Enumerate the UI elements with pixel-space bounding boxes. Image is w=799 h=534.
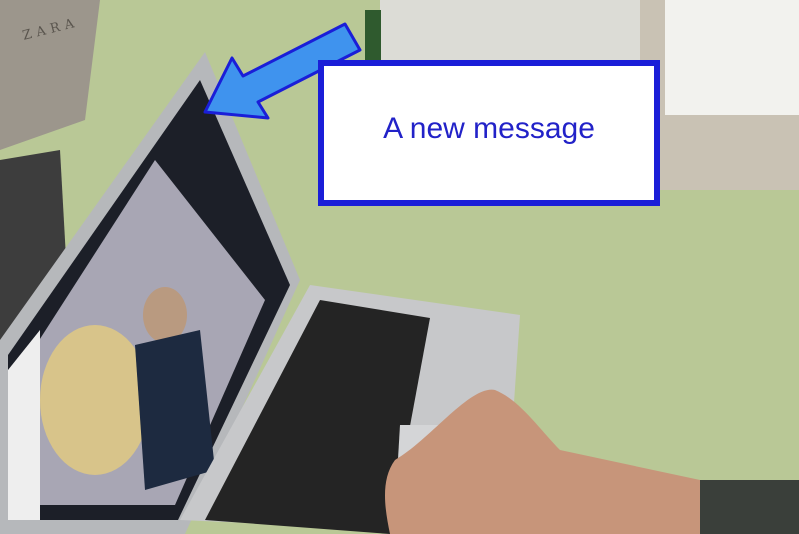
sleeve: [700, 480, 799, 534]
new-message-callout: A new message: [318, 60, 660, 206]
callout-text: A new message: [383, 112, 595, 145]
person-left: [40, 325, 150, 475]
photo-scene: ZARA A new message: [0, 0, 799, 534]
white-door: [665, 0, 799, 115]
chair-leg: [365, 10, 381, 60]
